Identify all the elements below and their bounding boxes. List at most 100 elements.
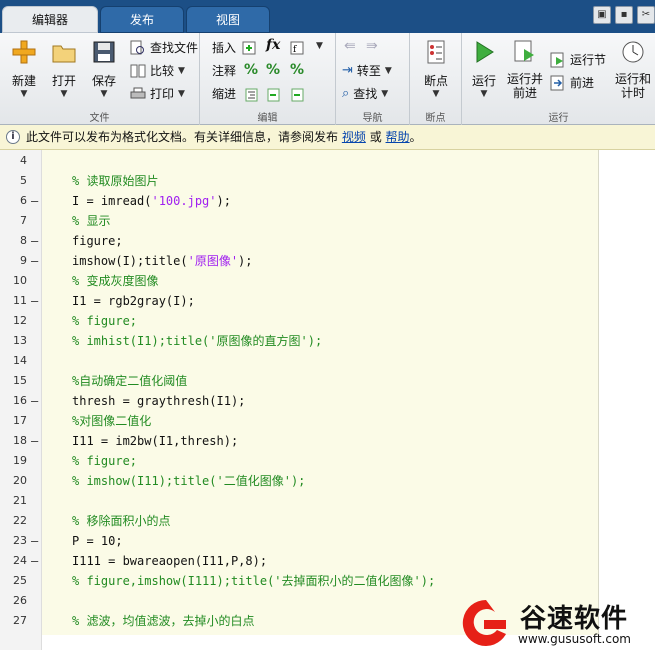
forward-arrow-icon[interactable]: ⇛ — [366, 38, 378, 54]
quick-save-icon[interactable]: ▪ — [615, 6, 633, 24]
code-text[interactable]: imshow(I);title('原图像'); — [72, 251, 253, 271]
advance-button[interactable]: 前进 — [550, 73, 594, 93]
uncomment-percent-icon[interactable]: % — [266, 62, 280, 78]
code-text[interactable]: % 显示 — [72, 211, 110, 231]
code-line[interactable]: 11 — I1 = rgb2gray(I); — [0, 291, 655, 311]
breakpoints-button[interactable]: 断点 ▼ — [416, 39, 456, 99]
run-dropdown-arrow-icon[interactable]: ▼ — [464, 89, 504, 99]
run-and-time-button[interactable]: 运行和 计时 — [612, 39, 654, 100]
tab-editor[interactable]: 编辑器 — [2, 6, 98, 33]
comment-label[interactable]: 注释 — [212, 61, 236, 81]
code-line[interactable]: 25 % figure,imshow(I111);title('去掉面积小的二值化… — [0, 571, 655, 591]
insert-label[interactable]: 插入 — [212, 38, 236, 58]
increase-indent-icon[interactable] — [266, 87, 282, 103]
find-dropdown-arrow-icon[interactable]: ▼ — [381, 89, 388, 99]
code-line[interactable]: 23 — P = 10; — [0, 531, 655, 551]
find-file-button[interactable]: 查找文件 — [130, 38, 198, 58]
cut-icon[interactable]: ✂ — [637, 6, 655, 24]
code-line[interactable]: 16 — thresh = graythresh(I1); — [0, 391, 655, 411]
back-arrow-icon[interactable]: ⇚ — [344, 38, 356, 54]
wrap-comments-icon[interactable]: % — [290, 62, 304, 78]
decrease-indent-icon[interactable] — [290, 87, 306, 103]
smart-indent-icon[interactable] — [244, 87, 260, 103]
code-text[interactable]: P = 10; — [72, 531, 123, 551]
function-template-icon[interactable]: f — [290, 40, 306, 56]
code-line[interactable]: 18 — I11 = im2bw(I1,thresh); — [0, 431, 655, 451]
code-line[interactable]: 9 — imshow(I);title('原图像'); — [0, 251, 655, 271]
breakpoint-marker[interactable]: — — [31, 251, 38, 271]
code-line[interactable]: 6 — I = imread('100.jpg'); — [0, 191, 655, 211]
comment-percent-icon[interactable]: % — [244, 62, 258, 78]
compare-button[interactable]: 比较 ▼ — [130, 61, 185, 81]
print-button[interactable]: 打印 ▼ — [130, 84, 185, 104]
code-text[interactable]: % imshow(I11);title('二值化图像'); — [72, 471, 305, 491]
run-section-button[interactable]: 运行节 — [550, 50, 606, 70]
code-text[interactable]: % figure,imshow(I111);title('去掉面积小的二值化图像… — [72, 571, 435, 591]
code-line[interactable]: 8 — figure; — [0, 231, 655, 251]
code-line[interactable]: 24 — I111 = bwareaopen(I11,P,8); — [0, 551, 655, 571]
code-text[interactable]: I1 = rgb2gray(I); — [72, 291, 195, 311]
open-dropdown-arrow-icon[interactable]: ▼ — [44, 89, 84, 99]
code-line[interactable]: 20 % imshow(I11);title('二值化图像'); — [0, 471, 655, 491]
window-layout-icon[interactable]: ▣ — [593, 6, 611, 24]
breakpoints-dropdown-arrow-icon[interactable]: ▼ — [416, 89, 456, 99]
goto-dropdown-arrow-icon[interactable]: ▼ — [385, 66, 392, 76]
save-button[interactable]: 保存 ▼ — [84, 39, 124, 99]
save-dropdown-arrow-icon[interactable]: ▼ — [84, 89, 124, 99]
code-line[interactable]: 14 — [0, 351, 655, 371]
code-line[interactable]: 10 % 变成灰度图像 — [0, 271, 655, 291]
breakpoint-marker[interactable]: — — [31, 191, 38, 211]
code-text[interactable]: %对图像二值化 — [72, 411, 151, 431]
compare-dropdown-arrow-icon[interactable]: ▼ — [178, 66, 185, 76]
code-text[interactable]: % 滤波，均值滤波，去掉小的白点 — [72, 611, 254, 631]
code-line[interactable]: 15 %自动确定二值化阈值 — [0, 371, 655, 391]
new-button[interactable]: 新建 ▼ — [4, 39, 44, 99]
code-line[interactable]: 4 — [0, 151, 655, 171]
edit-dropdown-arrow-icon[interactable]: ▼ — [316, 41, 323, 51]
breakpoint-marker[interactable]: — — [31, 551, 38, 571]
info-text: 此文件可以发布为格式化文档。有关详细信息，请参阅发布 — [26, 130, 339, 144]
code-text[interactable]: I11 = im2bw(I1,thresh); — [72, 431, 238, 451]
breakpoint-marker[interactable]: — — [31, 231, 38, 251]
code-line[interactable]: 17 %对图像二值化 — [0, 411, 655, 431]
code-text[interactable]: %自动确定二值化阈值 — [72, 371, 187, 391]
new-plus-icon — [12, 40, 36, 64]
insert-function-icon[interactable]: fx — [266, 37, 280, 53]
code-text[interactable]: I = imread('100.jpg'); — [72, 191, 231, 211]
code-line[interactable]: 21 — [0, 491, 655, 511]
code-text[interactable]: thresh = graythresh(I1); — [72, 391, 245, 411]
code-text[interactable]: figure; — [72, 231, 123, 251]
video-link[interactable]: 视频 — [342, 130, 366, 144]
tab-view[interactable]: 视图 — [186, 6, 270, 33]
run-and-advance-button[interactable]: 运行并 前进 — [504, 39, 546, 100]
print-dropdown-arrow-icon[interactable]: ▼ — [178, 89, 185, 99]
code-line[interactable]: 22 % 移除面积小的点 — [0, 511, 655, 531]
code-text[interactable]: % imhist(I1);title('原图像的直方图'); — [72, 331, 322, 351]
find-button[interactable]: ⌕ 查找 ▼ — [342, 84, 388, 104]
code-text[interactable]: % 读取原始图片 — [72, 171, 158, 191]
code-text[interactable]: I111 = bwareaopen(I11,P,8); — [72, 551, 267, 571]
insert-section-icon[interactable] — [242, 40, 258, 56]
breakpoint-marker[interactable]: — — [31, 431, 38, 451]
code-comment: % 读取原始图片 — [72, 174, 159, 188]
code-text[interactable]: % 移除面积小的点 — [72, 511, 170, 531]
indent-label[interactable]: 缩进 — [212, 84, 236, 104]
help-link[interactable]: 帮助 — [386, 130, 410, 144]
code-line[interactable]: 13 % imhist(I1);title('原图像的直方图'); — [0, 331, 655, 351]
code-line[interactable]: 7 % 显示 — [0, 211, 655, 231]
open-button[interactable]: 打开 ▼ — [44, 39, 84, 99]
code-text[interactable]: % 变成灰度图像 — [72, 271, 158, 291]
new-dropdown-arrow-icon[interactable]: ▼ — [4, 89, 44, 99]
code-text[interactable]: % figure; — [72, 451, 137, 471]
run-button[interactable]: 运行 ▼ — [464, 39, 504, 99]
code-line[interactable]: 12 % figure; — [0, 311, 655, 331]
breakpoint-marker[interactable]: — — [31, 391, 38, 411]
code-line[interactable]: 5 % 读取原始图片 — [0, 171, 655, 191]
code-line[interactable]: 19 % figure; — [0, 451, 655, 471]
breakpoint-marker[interactable]: — — [31, 291, 38, 311]
goto-button[interactable]: ⇥ 转至 ▼ — [342, 61, 392, 81]
code-editor[interactable]: 4 5 % 读取原始图片 6 — I = imread('100.jpg'); 7 % 显示 8… — [0, 150, 655, 650]
code-text[interactable]: % figure; — [72, 311, 137, 331]
tab-publish[interactable]: 发布 — [100, 6, 184, 33]
breakpoint-marker[interactable]: — — [31, 531, 38, 551]
